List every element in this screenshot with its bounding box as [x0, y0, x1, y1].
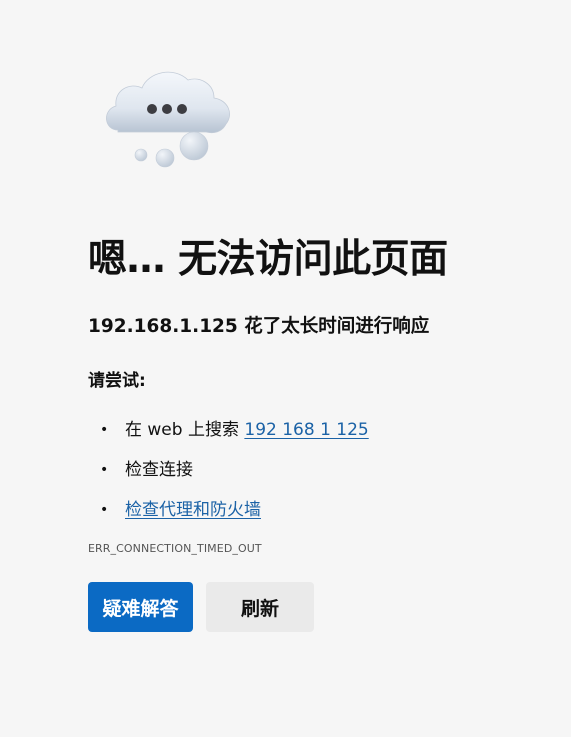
try-label: 请尝试: — [88, 371, 146, 391]
search-web-link[interactable]: 192 168 1 125 — [244, 417, 368, 443]
error-code: ERR_CONNECTION_TIMED_OUT — [88, 542, 262, 555]
troubleshoot-button[interactable]: 疑难解答 — [88, 582, 193, 632]
suggestion-search-web: • 在 web 上搜索 192 168 1 125 — [100, 410, 369, 450]
cloud-with-ellipsis-icon — [100, 60, 240, 176]
suggestion-check-connection: • 检查连接 — [100, 450, 369, 490]
suggestions-list: • 在 web 上搜索 192 168 1 125 • 检查连接 • 检查代理和… — [100, 410, 369, 530]
check-proxy-firewall-link[interactable]: 检查代理和防火墙 — [125, 497, 261, 523]
error-description: 192.168.1.125 花了太长时间进行响应 — [88, 316, 430, 337]
search-web-prefix: 在 web 上搜索 — [125, 420, 245, 440]
suggestion-check-proxy-firewall: • 检查代理和防火墙 — [100, 490, 369, 530]
refresh-button[interactable]: 刷新 — [206, 582, 314, 632]
bullet-icon: • — [100, 462, 109, 478]
page-title: 嗯… 无法访问此页面 — [88, 237, 448, 282]
bullet-icon: • — [100, 422, 109, 438]
check-connection-text: 检查连接 — [125, 460, 193, 480]
bullet-icon: • — [100, 502, 109, 518]
